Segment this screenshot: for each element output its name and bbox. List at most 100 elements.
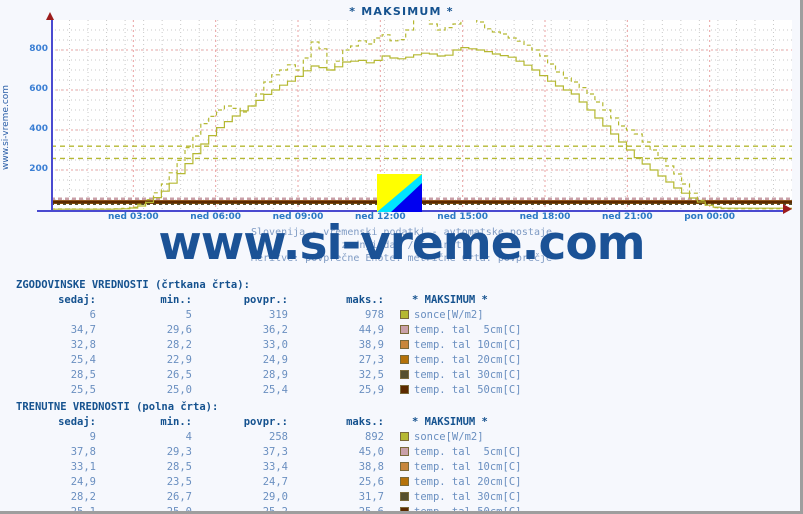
cell-min: 4 [185,431,192,443]
cell-povpr: 33,4 [262,461,288,473]
cell-povpr: 25,4 [262,384,288,396]
cell-sedaj: 6 [89,309,96,321]
series-name: temp. tal 30cm[C] [414,491,522,503]
cell-sedaj: 28,5 [70,369,96,381]
table-row: 37,8 29,3 37,3 45,0 temp. tal 5cm[C] [10,445,531,460]
cell-sedaj: 33,1 [70,461,96,473]
column-header: * MAKSIMUM * [412,294,488,306]
cell-maks: 27,3 [358,354,384,366]
legend-color-swatch-icon [400,355,409,364]
cell-povpr: 33,0 [262,339,288,351]
cell-povpr: 37,3 [262,446,288,458]
series-name: temp. tal 5cm[C] [414,324,522,336]
cell-povpr: 24,7 [262,476,288,488]
table-row: 9 4 258 892 sonce[W/m2] [10,430,531,445]
legend-color-swatch-icon [400,385,409,394]
series-legend-label: temp. tal 50cm[C] [394,505,531,514]
cell-maks: 38,9 [358,339,384,351]
caption-line-2: zadnji dan / 5 minut [341,240,462,251]
x-tick-label: ned 18:00 [519,212,571,222]
series-legend-label: temp. tal 50cm[C] [394,383,531,398]
table-row: 25,1 25,0 25,2 25,6 temp. tal 50cm[C] [10,505,531,514]
legend-color-swatch-icon [400,325,409,334]
legend-color-swatch-icon [400,432,409,441]
cell-maks: 25,6 [358,506,384,514]
x-tick-label: ned 06:00 [190,212,242,222]
series-legend-label: sonce[W/m2] [394,308,531,323]
cell-sedaj: 37,8 [70,446,96,458]
series-legend-label: temp. tal 20cm[C] [394,353,531,368]
caption-line-3: Meritve: povprečne Enote: metrične Črta:… [250,253,553,264]
y-tick-label: 800 [29,44,48,54]
table-header-row: sedaj: min.: povpr.: maks.: * MAKSIMUM * [10,293,531,308]
table-row: 33,1 28,5 33,4 38,8 temp. tal 10cm[C] [10,460,531,475]
table-title: ZGODOVINSKE VREDNOSTI (črtkana črta): [16,279,250,291]
cell-maks: 25,9 [358,384,384,396]
table-row: 24,9 23,5 24,7 25,6 temp. tal 20cm[C] [10,475,531,490]
cell-povpr: 28,9 [262,369,288,381]
legend-color-swatch-icon [400,492,409,501]
series-legend-label: temp. tal 20cm[C] [394,475,531,490]
cell-min: 25,0 [166,506,192,514]
table-row: 6 5 319 978 sonce[W/m2] [10,308,531,323]
series-name: temp. tal 50cm[C] [414,506,522,514]
column-header: maks.: [346,416,384,428]
legend-color-swatch-icon [400,447,409,456]
column-header: maks.: [346,294,384,306]
y-tick-label: 600 [29,84,48,94]
cell-sedaj: 24,9 [70,476,96,488]
series-legend-label: temp. tal 10cm[C] [394,460,531,475]
cell-povpr: 319 [269,309,288,321]
cell-min: 26,7 [166,491,192,503]
x-tick-label: ned 03:00 [107,212,159,222]
cell-sedaj: 25,5 [70,384,96,396]
cell-sedaj: 28,2 [70,491,96,503]
x-tick-label: pon 00:00 [684,212,736,222]
cell-maks: 31,7 [358,491,384,503]
series-name: temp. tal 50cm[C] [414,384,522,396]
series-name: temp. tal 30cm[C] [414,369,522,381]
cell-maks: 892 [365,431,384,443]
column-header: povpr.: [243,416,288,428]
values-table: sedaj: min.: povpr.: maks.: * MAKSIMUM * 6 5 31… [10,293,531,398]
cell-povpr: 29,0 [262,491,288,503]
cell-maks: 32,5 [358,369,384,381]
y-tick-label: 400 [29,124,48,134]
caption-line-1: Slovenija - vremenski podatki - avtomats… [250,227,553,238]
cell-maks: 45,0 [358,446,384,458]
cell-min: 23,5 [166,476,192,488]
x-tick-label: ned 21:00 [601,212,653,222]
series-name: temp. tal 5cm[C] [414,446,522,458]
cell-min: 28,5 [166,461,192,473]
chart-caption: Slovenija - vremenski podatki - avtomats… [0,226,800,265]
series-legend-label: sonce[W/m2] [394,430,531,445]
column-header: min.: [160,294,192,306]
cell-povpr: 258 [269,431,288,443]
cell-min: 28,2 [166,339,192,351]
cell-maks: 978 [365,309,384,321]
legend-color-swatch-icon [400,310,409,319]
table-row: 28,5 26,5 28,9 32,5 temp. tal 30cm[C] [10,368,531,383]
column-header: min.: [160,416,192,428]
table-row: 25,5 25,0 25,4 25,9 temp. tal 50cm[C] [10,383,531,398]
table-header-row: sedaj: min.: povpr.: maks.: * MAKSIMUM * [10,415,531,430]
column-header: povpr.: [243,294,288,306]
y-axis-arrow-icon [46,12,54,20]
table-row: 32,8 28,2 33,0 38,9 temp. tal 10cm[C] [10,338,531,353]
legend-color-swatch-icon [400,340,409,349]
series-name: temp. tal 20cm[C] [414,354,522,366]
column-header: * MAKSIMUM * [412,416,488,428]
cell-sedaj: 9 [89,431,96,443]
table-row: 28,2 26,7 29,0 31,7 temp. tal 30cm[C] [10,490,531,505]
table-row: 34,7 29,6 36,2 44,9 temp. tal 5cm[C] [10,323,531,338]
series-name: temp. tal 20cm[C] [414,476,522,488]
series-name: temp. tal 10cm[C] [414,339,522,351]
legend-color-swatch-icon [400,477,409,486]
cell-min: 29,3 [166,446,192,458]
cell-sedaj: 32,8 [70,339,96,351]
cell-maks: 44,9 [358,324,384,336]
values-tables: ZGODOVINSKE VREDNOSTI (črtkana črta): sed… [10,278,610,514]
cell-sedaj: 34,7 [70,324,96,336]
table-title: TRENUTNE VREDNOSTI (polna črta): [16,401,219,413]
x-tick-label: ned 15:00 [437,212,489,222]
